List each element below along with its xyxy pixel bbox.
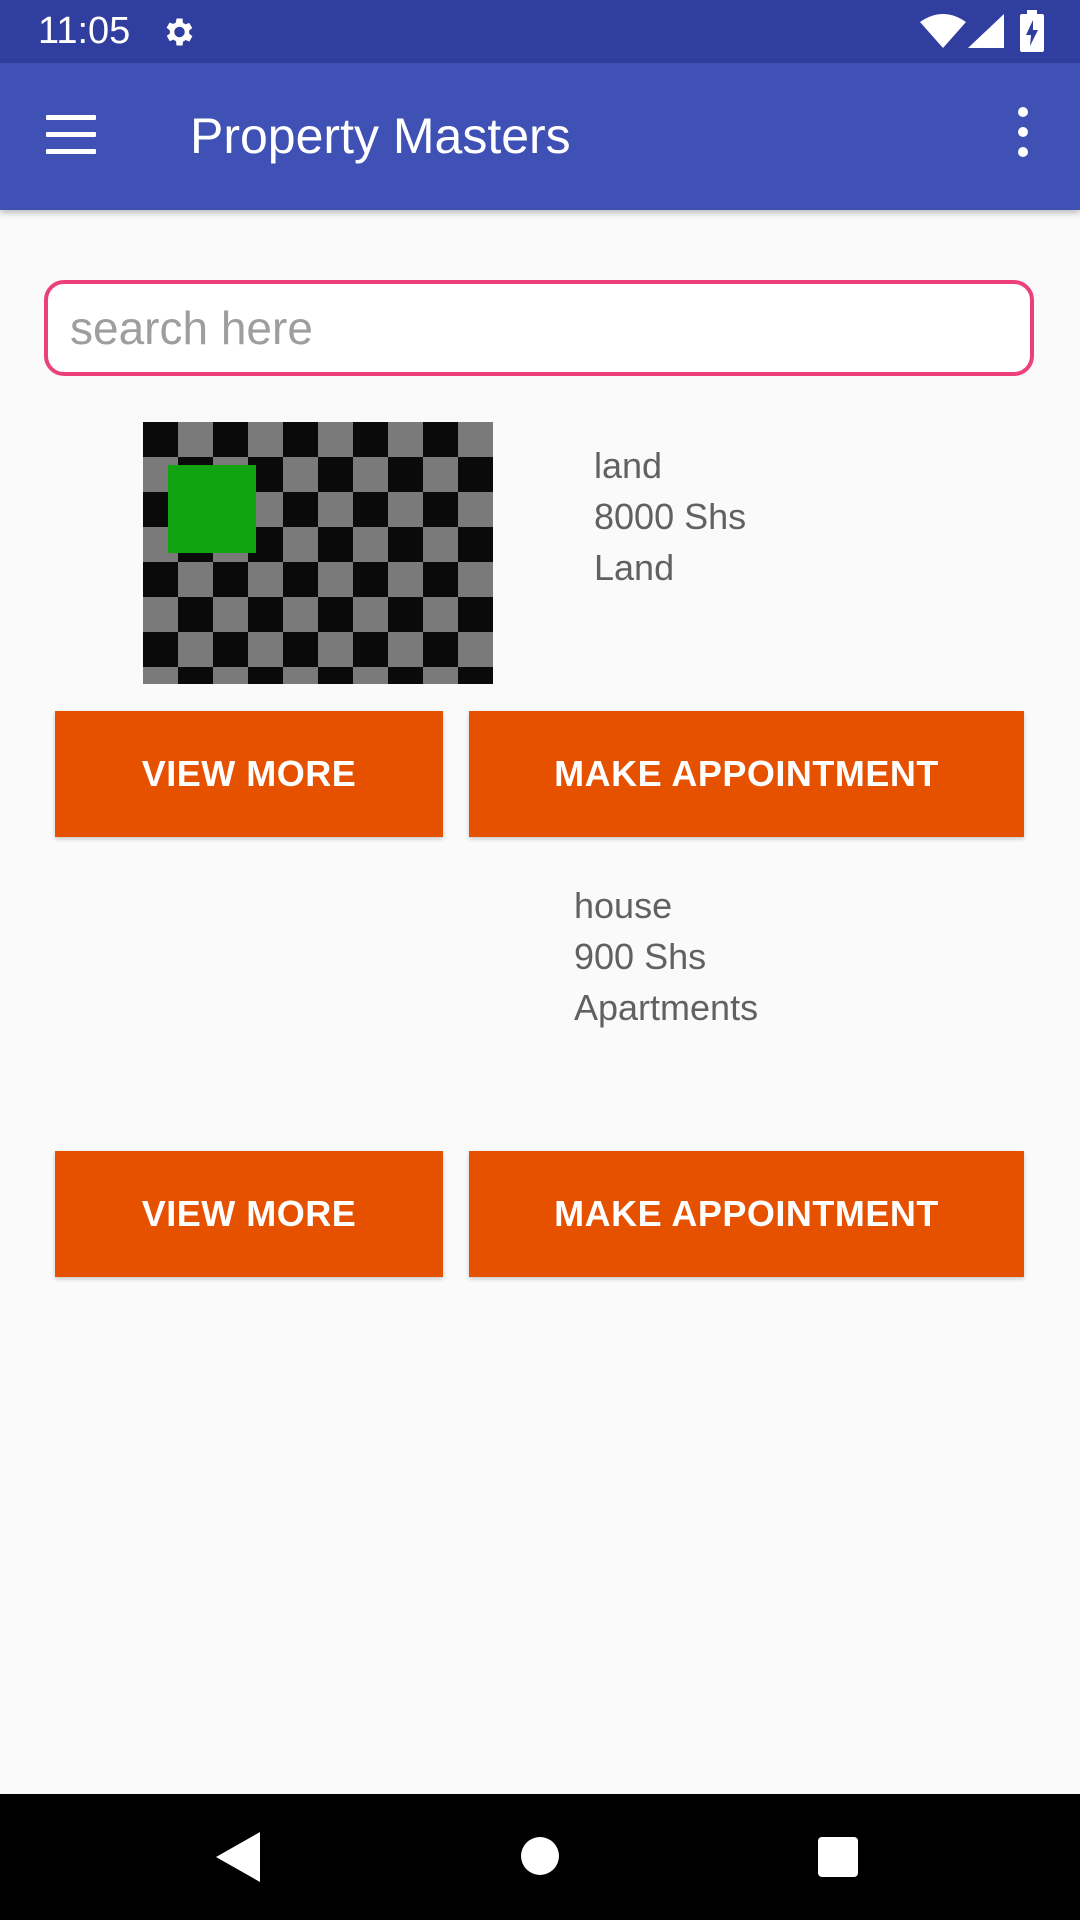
view-more-button[interactable]: VIEW MORE xyxy=(55,1151,443,1277)
app-bar: Property Masters xyxy=(0,63,1080,210)
listing-details: house 900 Shs Apartments xyxy=(574,880,758,1033)
home-icon[interactable] xyxy=(521,1837,559,1875)
back-icon[interactable] xyxy=(216,1832,260,1882)
listing-price: 8000 Shs xyxy=(594,496,747,537)
overflow-menu-icon[interactable] xyxy=(1008,107,1038,167)
signal-icon xyxy=(968,14,1004,48)
app-title: Property Masters xyxy=(190,108,571,164)
listing-category: Apartments xyxy=(574,987,759,1028)
make-appointment-button[interactable]: MAKE APPOINTMENT xyxy=(469,1151,1024,1277)
listing-name: house xyxy=(574,885,673,926)
listing-item: house 900 Shs Apartments VIEW MORE MAKE … xyxy=(0,862,1080,1282)
menu-icon[interactable] xyxy=(46,115,98,155)
make-appointment-button[interactable]: MAKE APPOINTMENT xyxy=(469,711,1024,837)
listing-details: land 8000 Shs Land xyxy=(594,440,746,593)
wifi-icon xyxy=(920,14,966,48)
battery-icon xyxy=(1020,10,1044,52)
gear-icon xyxy=(166,18,193,46)
thumbnail-marker xyxy=(168,465,256,553)
system-nav-bar xyxy=(0,1794,1080,1920)
status-bar: 11:05 xyxy=(0,0,1080,63)
status-time: 11:05 xyxy=(38,10,131,52)
search-input[interactable] xyxy=(44,280,1034,376)
recents-icon[interactable] xyxy=(818,1837,858,1877)
listing-thumbnail[interactable] xyxy=(143,422,493,684)
view-more-button[interactable]: VIEW MORE xyxy=(55,711,443,837)
listing-item: land 8000 Shs Land VIEW MORE MAKE APPOIN… xyxy=(0,422,1080,842)
listing-category: Land xyxy=(594,547,675,588)
listing-price: 900 Shs xyxy=(574,936,707,977)
listing-name: land xyxy=(594,445,663,486)
